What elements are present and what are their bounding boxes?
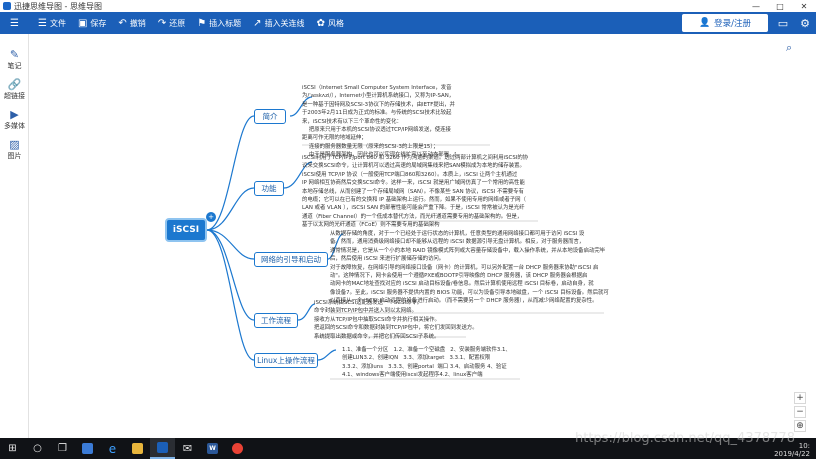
link-function <box>206 187 255 231</box>
branch-function[interactable]: 功能 <box>254 181 284 196</box>
note-workflow: iSCSI系统由SCSI适配器发送一个SCSI命令。 命令封装到TCP/IP包中… <box>314 300 478 340</box>
taskbar-mail[interactable]: ✉ <box>175 438 200 459</box>
sidebar-item-note[interactable]: ✎ 笔记 <box>0 48 29 71</box>
left-sidebar: ✎ 笔记 🔗 超链接 ▶ 多媒体 ▨ 图片 <box>0 34 29 438</box>
windows-start-button[interactable]: ⊞ <box>0 438 25 459</box>
save-label: 保存 <box>90 18 107 28</box>
redo-icon: ↷ <box>157 17 167 29</box>
window-controls: — □ ✕ <box>744 0 816 12</box>
present-icon: ▭ <box>777 16 789 30</box>
menu-button[interactable]: ☰ <box>0 12 32 34</box>
login-label: 登录/注册 <box>714 19 752 29</box>
mindmap-app-icon <box>157 442 168 453</box>
insert-link-line-button[interactable]: ↗ 插入关连线 <box>247 12 310 34</box>
fit-view-button[interactable]: ⊕ <box>794 420 806 432</box>
user-icon: 👤 <box>698 18 711 28</box>
taskbar-word[interactable]: W <box>200 438 225 459</box>
style-icon: ✿ <box>316 17 325 29</box>
sidebar-item-label: 图片 <box>7 152 22 160</box>
present-button[interactable]: ▭ <box>772 12 794 34</box>
link-linux <box>206 229 255 361</box>
zoom-in-button[interactable]: + <box>794 392 806 404</box>
insert-tag-button[interactable]: ⚑ 插入标题 <box>191 12 247 34</box>
word-icon: W <box>207 443 218 454</box>
toolbar: ☰ ☰ 文件 ▣ 保存 ↶ 撤销 ↷ 还原 ⚑ 插入标题 ↗ 插入关连线 ✿ 风… <box>0 12 816 34</box>
search-icon: ○ <box>33 443 42 454</box>
taskbar-store[interactable] <box>75 438 100 459</box>
window-title: 迅捷思维导图 - 思维导图 <box>14 1 102 11</box>
search-icon[interactable]: ⌕ <box>786 41 792 55</box>
image-icon: ▨ <box>9 138 20 151</box>
note-link-workflow <box>297 303 316 321</box>
branch-network-boot[interactable]: 网络的引导和启动 <box>254 252 328 267</box>
pen-icon: ✎ <box>9 48 20 61</box>
note-network-boot: 从数据存储的角度，对于一个已经处于运行状态的计算机，任意类型的通用网络接口都可用… <box>330 231 609 305</box>
file-button[interactable]: ☰ 文件 <box>32 12 72 34</box>
close-button[interactable]: ✕ <box>792 0 816 12</box>
undo-icon: ↶ <box>118 17 127 29</box>
toolbar-right: 👤 登录/注册 ▭ ⚙ <box>682 12 816 34</box>
insert-link-line-label: 插入关连线 <box>264 18 305 28</box>
sidebar-item-label: 笔记 <box>7 62 22 70</box>
root-expand-badge[interactable]: + <box>206 212 216 222</box>
file-label: 文件 <box>49 18 66 28</box>
app-logo-icon <box>3 2 11 10</box>
mail-icon: ✉ <box>182 442 193 455</box>
note-intro: iSCSI（Internet Small Computer System Int… <box>302 85 457 159</box>
note-function: iSCSI利用了TCP/IP的port 860 和 3260 作为沟通的渠道。透… <box>302 155 529 229</box>
sidebar-item-image[interactable]: ▨ 图片 <box>0 138 29 161</box>
branch-linux-ops[interactable]: Linux上操作流程 <box>254 353 318 368</box>
maximize-button[interactable]: □ <box>768 0 792 12</box>
store-icon <box>82 443 93 454</box>
zoom-out-button[interactable]: − <box>794 406 806 418</box>
settings-button[interactable]: ⚙ <box>794 12 816 34</box>
root-node[interactable]: iSCSI <box>165 218 207 242</box>
login-button[interactable]: 👤 登录/注册 <box>682 14 768 32</box>
file-icon: ☰ <box>38 17 47 29</box>
branch-intro[interactable]: 简介 <box>254 109 286 124</box>
taskbar-chrome[interactable] <box>225 438 250 459</box>
taskbar-search-button[interactable]: ○ <box>25 438 50 459</box>
folder-icon <box>132 443 143 454</box>
branch-workflow[interactable]: 工作流程 <box>254 313 298 328</box>
title-bar: 迅捷思维导图 - 思维导图 — □ ✕ <box>0 0 816 12</box>
save-icon: ▣ <box>77 17 88 29</box>
link-line-icon: ↗ <box>253 17 262 29</box>
note-link-linux <box>317 349 337 361</box>
insert-tag-icon: ⚑ <box>197 17 207 29</box>
sidebar-item-hyperlink[interactable]: 🔗 超链接 <box>0 78 29 101</box>
style-button[interactable]: ✿ 风格 <box>311 12 350 34</box>
edge-icon: e <box>108 441 117 456</box>
undo-label: 撤销 <box>129 18 146 28</box>
media-icon: ▶ <box>10 108 19 121</box>
sidebar-item-label: 超链接 <box>4 92 25 100</box>
undo-button[interactable]: ↶ 撤销 <box>112 12 151 34</box>
redo-label: 还原 <box>169 18 186 28</box>
style-label: 风格 <box>327 18 344 28</box>
taskbar-explorer[interactable] <box>125 438 150 459</box>
insert-tag-label: 插入标题 <box>209 18 242 28</box>
sidebar-item-media[interactable]: ▶ 多媒体 <box>0 108 29 131</box>
watermark-text: https://blog.csdn.net/qq_4378778 <box>575 431 795 446</box>
menu-icon: ☰ <box>10 17 19 29</box>
taskbar-edge[interactable]: e <box>100 438 125 459</box>
windows-start-icon: ⊞ <box>8 443 17 454</box>
note-linux-ops: 1.1、准备一个分区 1.2、准备一个空磁盘 2、安装服务端软件3.1、 创建L… <box>342 347 511 379</box>
task-view-button[interactable]: ❐ <box>50 438 75 459</box>
gear-icon: ⚙ <box>800 16 810 30</box>
save-button[interactable]: ▣ 保存 <box>72 12 112 34</box>
link-icon: 🔗 <box>7 78 22 91</box>
task-view-icon: ❐ <box>58 443 67 454</box>
redo-button[interactable]: ↷ 还原 <box>152 12 191 34</box>
minimize-button[interactable]: — <box>744 0 768 12</box>
clock-date: 2019/4/22 <box>774 450 810 458</box>
mindmap-canvas[interactable]: iSCSI + 简介 功能 网络的引导和启动 工作流程 Linux上操作流程 i… <box>30 34 816 438</box>
taskbar-mindmap-app[interactable] <box>150 438 175 459</box>
chrome-icon <box>232 443 243 454</box>
sidebar-item-label: 多媒体 <box>4 122 25 130</box>
